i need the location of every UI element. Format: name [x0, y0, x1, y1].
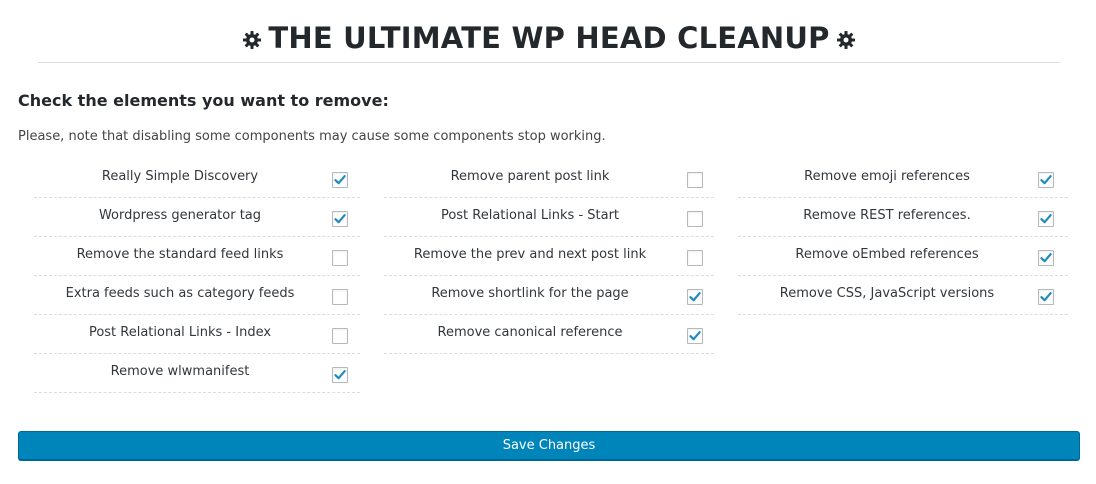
- option-checkbox[interactable]: [332, 289, 348, 305]
- option-label: Extra feeds such as category feeds: [65, 286, 295, 301]
- page-title: THE ULTIMATE WP HEAD CLEANUP: [38, 18, 1060, 60]
- option-row: Wordpress generator tag: [34, 198, 360, 237]
- checkmark-icon: [689, 331, 701, 341]
- option-checkbox[interactable]: [332, 367, 348, 383]
- option-row: Remove REST references.: [738, 198, 1068, 237]
- option-row: Remove parent post link: [384, 159, 714, 198]
- option-label: Remove REST references.: [803, 208, 971, 223]
- option-label: Post Relational Links - Start: [440, 208, 620, 223]
- option-row: Remove shortlink for the page: [384, 276, 714, 315]
- checkmark-icon: [1040, 253, 1052, 263]
- option-row: Remove the prev and next post link: [384, 237, 714, 276]
- page-title-text: THE ULTIMATE WP HEAD CLEANUP: [268, 21, 830, 55]
- option-row: Remove CSS, JavaScript versions: [738, 276, 1068, 315]
- option-label: Remove shortlink for the page: [431, 286, 629, 301]
- save-changes-button[interactable]: Save Changes: [18, 431, 1080, 460]
- option-checkbox[interactable]: [1038, 172, 1054, 188]
- section-heading: Check the elements you want to remove:: [18, 91, 389, 110]
- option-label: Remove canonical reference: [437, 325, 623, 340]
- option-checkbox[interactable]: [332, 328, 348, 344]
- option-checkbox[interactable]: [687, 172, 703, 188]
- warning-note: Please, note that disabling some compone…: [18, 129, 606, 144]
- option-row: Remove wlwmanifest: [34, 354, 360, 393]
- option-label: Remove CSS, JavaScript versions: [779, 286, 995, 301]
- option-checkbox[interactable]: [332, 211, 348, 227]
- option-label: Remove wlwmanifest: [110, 364, 250, 379]
- option-checkbox[interactable]: [1038, 289, 1054, 305]
- option-checkbox[interactable]: [687, 211, 703, 227]
- option-row: Post Relational Links - Index: [34, 315, 360, 354]
- option-checkbox[interactable]: [1038, 211, 1054, 227]
- option-label: Remove the standard feed links: [76, 247, 284, 262]
- option-row: Extra feeds such as category feeds: [34, 276, 360, 315]
- title-divider: [38, 62, 1060, 63]
- gear-icon: [836, 20, 856, 60]
- checkmark-icon: [1040, 214, 1052, 224]
- options-column-3: Remove emoji references Remove REST refer…: [738, 159, 1068, 315]
- option-checkbox[interactable]: [687, 289, 703, 305]
- checkmark-icon: [334, 214, 346, 224]
- option-label: Remove the prev and next post link: [413, 247, 647, 262]
- gear-icon: [242, 20, 262, 60]
- options-column-1: Really Simple Discovery Wordpress generat…: [34, 159, 360, 393]
- checkmark-icon: [334, 370, 346, 380]
- option-checkbox[interactable]: [332, 172, 348, 188]
- option-row: Really Simple Discovery: [34, 159, 360, 198]
- option-label: Remove oEmbed references: [795, 247, 979, 262]
- option-label: Remove emoji references: [804, 169, 970, 184]
- option-checkbox[interactable]: [687, 328, 703, 344]
- option-label: Really Simple Discovery: [101, 169, 259, 184]
- option-checkbox[interactable]: [1038, 250, 1054, 266]
- option-row: Remove the standard feed links: [34, 237, 360, 276]
- option-row: Remove canonical reference: [384, 315, 714, 354]
- options-column-2: Remove parent post link Post Relational L…: [384, 159, 714, 354]
- option-row: Remove oEmbed references: [738, 237, 1068, 276]
- option-row: Remove emoji references: [738, 159, 1068, 198]
- checkmark-icon: [689, 292, 701, 302]
- option-row: Post Relational Links - Start: [384, 198, 714, 237]
- checkmark-icon: [334, 175, 346, 185]
- checkmark-icon: [1040, 292, 1052, 302]
- checkmark-icon: [1040, 175, 1052, 185]
- option-label: Post Relational Links - Index: [88, 325, 272, 340]
- option-checkbox[interactable]: [687, 250, 703, 266]
- option-label: Wordpress generator tag: [98, 208, 262, 223]
- option-checkbox[interactable]: [332, 250, 348, 266]
- option-label: Remove parent post link: [450, 169, 610, 184]
